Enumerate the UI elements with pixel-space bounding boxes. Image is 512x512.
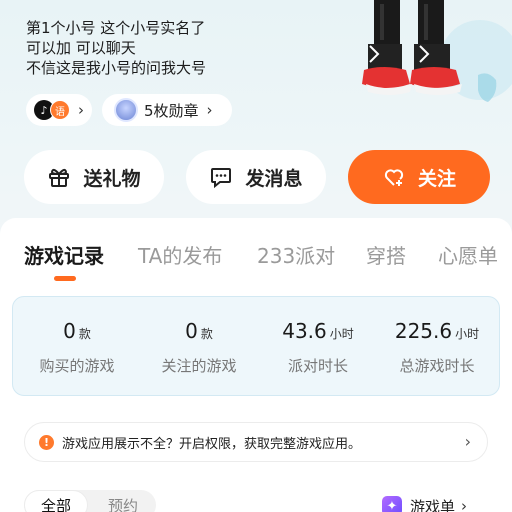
stat-label: 购买的游戏 (39, 357, 115, 375)
tab-game-records[interactable]: 游戏记录 (24, 240, 104, 269)
tab-party[interactable]: 233派对 (257, 240, 335, 269)
permission-notice[interactable]: ! 游戏应用展示不全？开启权限，获取完整游戏应用。 › (24, 422, 488, 462)
content-panel: 游戏记录 TA的发布 233派对 穿搭 心愿单 0款 购买的游戏 0款 关注的游… (0, 218, 512, 512)
app-badge-icon: 语 (50, 100, 70, 120)
chevron-right-icon: › (461, 497, 468, 512)
stat-value: 43.6 (282, 319, 327, 343)
stat-label: 关注的游戏 (161, 357, 237, 375)
stat-followed[interactable]: 0款 关注的游戏 (139, 297, 259, 397)
game-filter: 全部 预约 (24, 490, 156, 512)
message-icon (211, 168, 232, 189)
tiktok-link-chip[interactable]: ♪ 语 › (26, 94, 92, 126)
stat-value: 0 (185, 319, 198, 343)
warning-icon: ! (39, 434, 54, 450)
send-gift-button[interactable]: 送礼物 (24, 150, 164, 204)
stat-unit: 款 (78, 327, 91, 341)
stat-unit: 小时 (329, 327, 354, 341)
medal-icon (114, 98, 138, 122)
stat-label: 派对时长 (287, 357, 348, 375)
tab-outfits[interactable]: 穿搭 (366, 240, 406, 269)
avatar-character-art (362, 0, 512, 102)
notice-text: 游戏应用展示不全？开启权限，获取完整游戏应用。 (62, 436, 362, 452)
bio-line: 不信这是我小号的问我大号 (26, 59, 207, 77)
game-stats-card: 0款 购买的游戏 0款 关注的游戏 43.6 小时 派对时长 225.6 小时 总游… (12, 296, 500, 396)
chevron-right-icon: › (206, 101, 213, 119)
stat-label: 总游戏时长 (399, 357, 475, 375)
bio-line: 可以加 可以聊天 (26, 39, 136, 57)
stat-value: 225.6 (394, 319, 453, 343)
stat-unit: 款 (200, 327, 213, 341)
filter-reserved[interactable]: 预约 (90, 490, 156, 512)
chevron-right-icon: › (464, 432, 471, 451)
stat-unit: 小时 (455, 327, 480, 341)
badges-count: 5枚勋章 (144, 101, 199, 120)
stat-total-time[interactable]: 225.6 小时 总游戏时长 (377, 297, 497, 397)
profile-actions: 送礼物 发消息 关注 (0, 150, 512, 204)
profile-header: 第1个小号 这个小号实名了 可以加 可以聊天 不信这是我小号的问我大号 ♪ 语 … (0, 0, 512, 230)
bio-line: 第1个小号 这个小号实名了 (26, 19, 206, 37)
tab-wishlist[interactable]: 心愿单 (438, 240, 498, 269)
active-tab-indicator (54, 276, 76, 281)
tab-bar: 游戏记录 TA的发布 233派对 穿搭 心愿单 (0, 240, 512, 270)
stat-value: 0 (63, 319, 76, 343)
profile-bio: 第1个小号 这个小号实名了 可以加 可以聊天 不信这是我小号的问我大号 (26, 18, 206, 78)
send-message-button[interactable]: 发消息 (186, 150, 326, 204)
send-gift-label: 送礼物 (83, 167, 141, 190)
gift-icon (49, 168, 70, 187)
badges-chip[interactable]: 5枚勋章 › (102, 94, 232, 126)
chevron-right-icon: › (78, 101, 84, 119)
game-list-link[interactable]: ✦ 游戏单 › (382, 494, 467, 512)
stat-party-time[interactable]: 43.6 小时 派对时长 (258, 297, 378, 397)
tab-posts[interactable]: TA的发布 (138, 240, 222, 269)
follow-label: 关注 (417, 167, 456, 190)
stat-purchased[interactable]: 0款 购买的游戏 (17, 297, 137, 397)
heart-plus-icon (384, 169, 404, 186)
game-list-label: 游戏单 (410, 497, 456, 512)
sparkle-icon: ✦ (382, 496, 402, 512)
send-message-label: 发消息 (245, 167, 303, 190)
follow-button[interactable]: 关注 (348, 150, 490, 204)
filter-all[interactable]: 全部 (24, 490, 88, 512)
